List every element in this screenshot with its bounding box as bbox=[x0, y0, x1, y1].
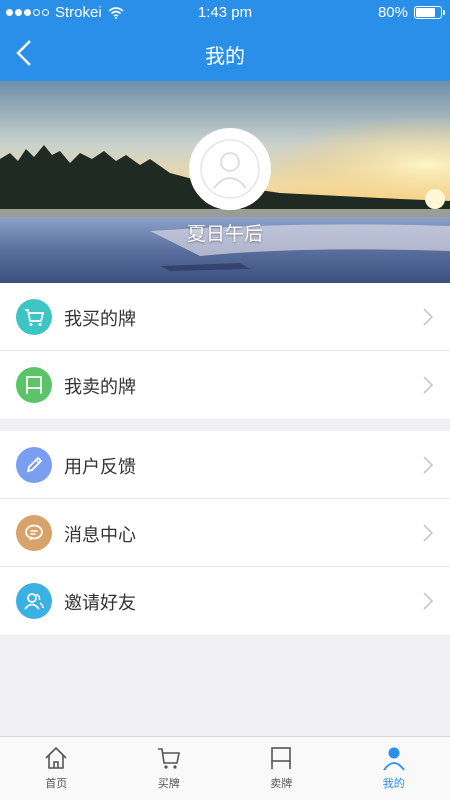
menu-item-user-feedback[interactable]: 用户反馈 bbox=[0, 431, 450, 499]
battery-percent: 80% bbox=[377, 4, 408, 21]
menu-item-message-center[interactable]: 消息中心 bbox=[0, 499, 450, 567]
menu-item-label: 我买的牌 bbox=[64, 309, 136, 330]
menu-item-label: 用户反馈 bbox=[64, 457, 136, 478]
chevron-right-icon bbox=[423, 524, 434, 542]
menu-item-label: 消息中心 bbox=[64, 525, 136, 546]
avatar[interactable] bbox=[189, 128, 271, 210]
cart-icon bbox=[157, 748, 180, 769]
tab-home[interactable]: 首页 bbox=[0, 737, 113, 800]
menu-item-invite-friends[interactable]: 邀请好友 bbox=[0, 567, 450, 635]
menu-item-my-purchases[interactable]: 我买的牌 bbox=[0, 283, 450, 351]
tab-bar: 首页 买牌 卖牌 我的 bbox=[0, 736, 450, 800]
status-bar: Strokei 1:43 pm 80% bbox=[0, 0, 450, 25]
tab-mine[interactable]: 我的 bbox=[338, 737, 450, 800]
tab-buy[interactable]: 买牌 bbox=[113, 737, 226, 800]
chevron-right-icon bbox=[423, 456, 434, 474]
board-icon bbox=[271, 747, 292, 769]
profile-banner: 夏日午后 bbox=[0, 81, 450, 283]
navigation-bar: 我的 bbox=[0, 25, 450, 81]
cart-icon bbox=[16, 299, 52, 335]
board-icon bbox=[16, 367, 52, 403]
pencil-icon bbox=[16, 447, 52, 483]
person-icon bbox=[383, 747, 405, 771]
chevron-right-icon bbox=[423, 592, 434, 610]
menu-item-my-sales[interactable]: 我卖的牌 bbox=[0, 351, 450, 419]
menu-item-label: 邀请好友 bbox=[64, 593, 136, 614]
chevron-right-icon bbox=[423, 308, 434, 326]
battery-icon bbox=[414, 6, 445, 19]
page-title: 我的 bbox=[205, 44, 245, 68]
menu-item-label: 我卖的牌 bbox=[64, 377, 136, 398]
chevron-right-icon bbox=[423, 376, 434, 394]
home-icon bbox=[45, 746, 67, 769]
tab-label: 首页 bbox=[45, 777, 68, 790]
tab-sell[interactable]: 卖牌 bbox=[225, 737, 338, 800]
users-icon bbox=[16, 583, 52, 619]
message-icon bbox=[16, 515, 52, 551]
tab-label: 买牌 bbox=[157, 777, 180, 790]
tab-label: 卖牌 bbox=[270, 777, 293, 790]
username: 夏日午后 bbox=[186, 223, 263, 245]
default-avatar-icon bbox=[200, 139, 260, 199]
menu-group-orders: 我买的牌 我卖的牌 bbox=[0, 283, 450, 419]
tab-label: 我的 bbox=[382, 777, 405, 790]
menu-group-misc: 用户反馈 消息中心 邀请好友 bbox=[0, 431, 450, 635]
